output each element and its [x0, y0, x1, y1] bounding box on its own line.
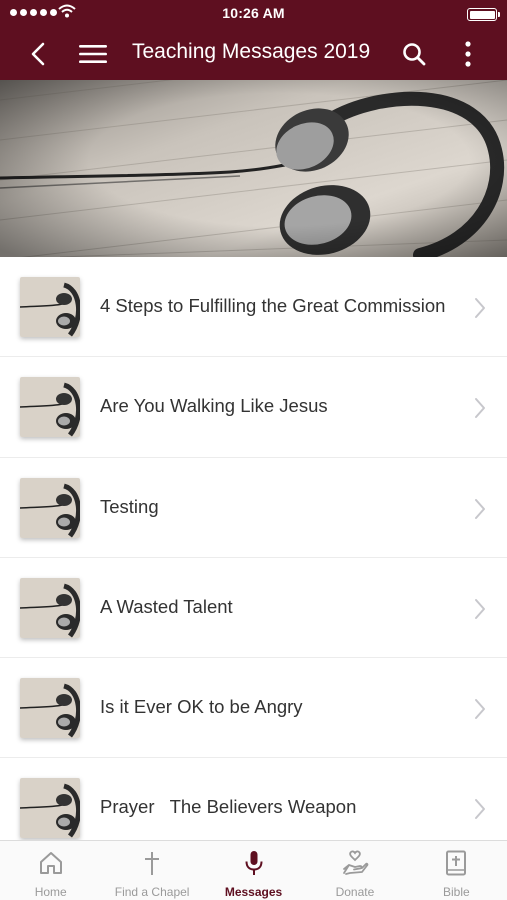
battery-icon — [467, 8, 500, 21]
list-item[interactable]: Are You Walking Like Jesus — [0, 357, 507, 458]
more-options-button[interactable] — [448, 34, 488, 74]
message-thumbnail — [20, 277, 80, 337]
search-button[interactable] — [394, 34, 434, 74]
list-item[interactable]: Testing — [0, 458, 507, 558]
message-thumbnail — [20, 778, 80, 839]
cross-icon — [145, 852, 160, 875]
chevron-left-icon — [31, 42, 45, 66]
message-title: A Wasted Talent — [100, 595, 233, 617]
tab-label: Bible — [442, 885, 470, 899]
chevron-right-icon — [475, 598, 485, 619]
list-item[interactable]: Prayer The Believers Weapon — [0, 758, 507, 840]
tab-messages[interactable]: Messages — [203, 841, 304, 900]
chevron-right-icon — [475, 799, 485, 820]
chevron-right-icon — [475, 498, 485, 519]
tab-find-a-chapel[interactable]: Find a Chapel — [101, 841, 202, 900]
message-title: Are You Walking Like Jesus — [100, 395, 328, 417]
hero-headphones-image — [0, 80, 507, 257]
chevron-right-icon — [475, 398, 485, 419]
donate-hand-icon — [343, 850, 369, 875]
message-title: Prayer The Believers Weapon — [100, 796, 357, 818]
search-icon — [403, 43, 426, 66]
list-item[interactable]: A Wasted Talent — [0, 558, 507, 659]
hamburger-icon — [79, 45, 107, 63]
message-title: Testing — [100, 495, 159, 517]
chevron-right-icon — [475, 298, 485, 318]
microphone-icon — [245, 851, 263, 875]
tab-label: Donate — [335, 885, 375, 899]
status-bar: 10:26 AM — [0, 0, 507, 28]
list-item[interactable]: Is it Ever OK to be Angry — [0, 658, 507, 759]
tab-label: Home — [34, 885, 67, 899]
message-thumbnail — [20, 577, 80, 638]
message-thumbnail — [20, 477, 80, 538]
bible-icon — [446, 850, 467, 876]
message-thumbnail — [20, 678, 80, 739]
message-title: 4 Steps to Fulfilling the Great Commissi… — [100, 295, 446, 316]
tab-home[interactable]: Home — [0, 841, 101, 900]
tab-bible[interactable]: Bible — [406, 841, 507, 900]
page-title: Teaching Messages 2019 — [132, 40, 371, 63]
tab-label: Messages — [224, 885, 283, 899]
nav-bar: Teaching Messages 2019 — [0, 28, 507, 80]
message-thumbnail — [20, 377, 80, 438]
tab-bar: Home Find a Chapel Messages Donate Bible — [0, 840, 507, 900]
vertical-dots-icon — [465, 41, 471, 67]
chevron-right-icon — [475, 699, 485, 720]
status-time: 10:26 AM — [222, 5, 285, 21]
messages-list: 4 Steps to Fulfilling the Great Commissi… — [0, 257, 507, 840]
list-item[interactable]: 4 Steps to Fulfilling the Great Commissi… — [0, 257, 507, 358]
back-button[interactable] — [18, 34, 58, 74]
tab-label: Find a Chapel — [114, 885, 190, 899]
message-title: Is it Ever OK to be Angry — [100, 696, 303, 718]
home-icon — [39, 852, 62, 874]
menu-button[interactable] — [73, 34, 113, 74]
top-bar: 10:26 AM Teaching Messages 2019 — [0, 0, 507, 80]
tab-donate[interactable]: Donate — [304, 841, 405, 900]
